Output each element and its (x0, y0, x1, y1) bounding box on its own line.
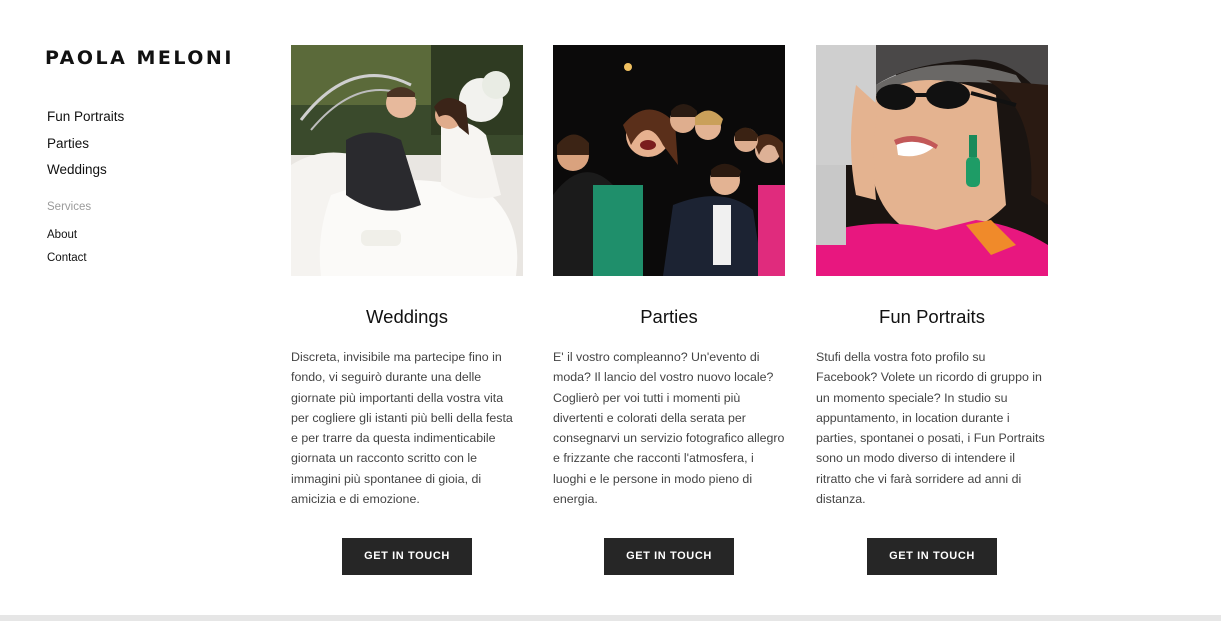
nav-item-about[interactable]: About (47, 224, 87, 247)
footer-divider (0, 615, 1221, 621)
page: PAOLA MELONI Fun Portraits Parties Weddi… (0, 0, 1221, 621)
nav-item-parties[interactable]: Parties (47, 131, 124, 158)
nav-section-label-services[interactable]: Services (47, 201, 91, 213)
nav-item-fun-portraits[interactable]: Fun Portraits (47, 104, 124, 131)
card-description: Stufi della vostra foto profilo su Faceb… (816, 350, 1045, 507)
nav-item-contact[interactable]: Contact (47, 247, 87, 270)
card-description: E' il vostro compleanno? Un'evento di mo… (553, 350, 785, 507)
service-card-parties: Parties E' il vostro compleanno? Un'even… (553, 45, 785, 575)
service-card-fun-portraits: Fun Portraits Stufi della vostra foto pr… (816, 45, 1048, 575)
portrait-sunglasses-photo (816, 45, 1048, 276)
secondary-nav: About Contact (47, 224, 87, 270)
get-in-touch-button[interactable]: GET IN TOUCH (342, 538, 472, 575)
card-description: Discreta, invisibile ma partecipe fino i… (291, 350, 513, 507)
service-card-weddings: Weddings Discreta, invisibile ma parteci… (291, 45, 523, 575)
wedding-couple-photo (291, 45, 523, 276)
party-group-photo (553, 45, 785, 276)
card-title: Parties (640, 306, 698, 327)
nav-item-weddings[interactable]: Weddings (47, 157, 124, 184)
get-in-touch-button[interactable]: GET IN TOUCH (604, 538, 734, 575)
get-in-touch-button[interactable]: GET IN TOUCH (867, 538, 997, 575)
card-title: Fun Portraits (879, 306, 985, 327)
site-logo[interactable]: PAOLA MELONI (45, 47, 234, 69)
primary-nav: Fun Portraits Parties Weddings (47, 104, 124, 184)
card-title: Weddings (366, 306, 448, 327)
